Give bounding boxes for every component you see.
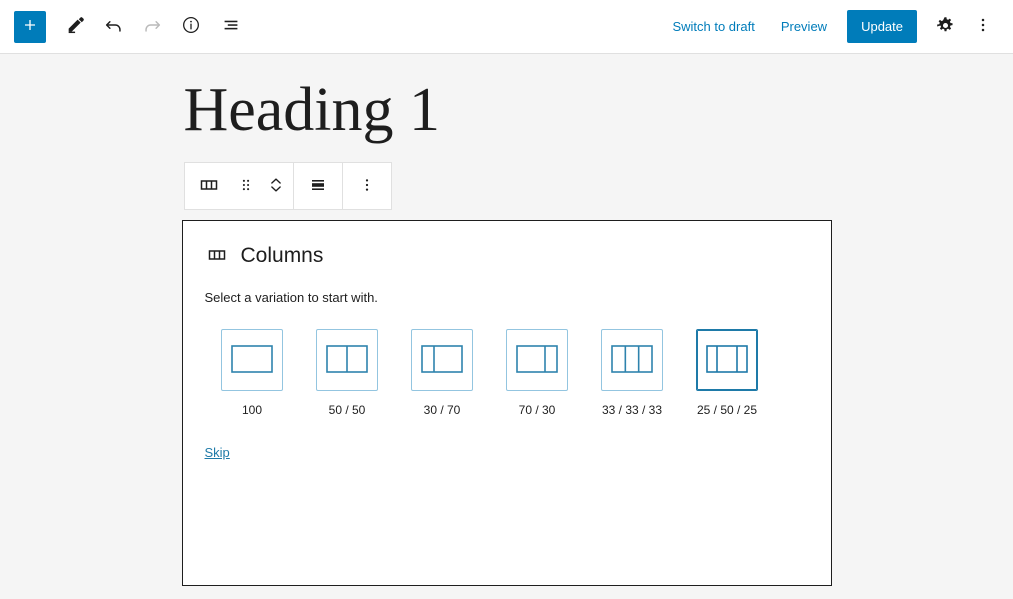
skip-link[interactable]: Skip: [205, 445, 230, 460]
editor-header: Switch to draft Preview Update: [0, 0, 1013, 54]
variation-button-50-50[interactable]: [316, 328, 378, 393]
align-vertical-icon: [306, 173, 330, 200]
variation-button-70-30[interactable]: [506, 328, 568, 393]
block-toolbar-group-options: [343, 163, 391, 209]
pencil-icon: [65, 14, 87, 39]
list-view-button[interactable]: [212, 9, 250, 45]
variation-label: 50 / 50: [328, 403, 366, 418]
variation-button-30-70[interactable]: [411, 328, 473, 393]
variation-item: 100: [205, 329, 300, 417]
block-type-columns-button[interactable]: [187, 163, 231, 209]
block-toolbar-group-alignment: [294, 163, 343, 210]
switch-to-draft-button[interactable]: Switch to draft: [660, 11, 766, 42]
redo-arrow-icon: [141, 14, 163, 39]
drag-dots-icon: [236, 175, 256, 198]
variation-preview-icon: [601, 328, 663, 393]
variation-label: 25 / 50 / 25: [696, 403, 758, 418]
settings-button[interactable]: [927, 9, 963, 45]
variation-label: 70 / 30: [518, 403, 556, 418]
vertical-dots-icon: [973, 15, 993, 38]
placeholder-label: Columns: [205, 243, 809, 267]
variation-button-25-50-25[interactable]: [696, 328, 758, 393]
variation-button-100[interactable]: [221, 328, 283, 393]
variation-button-33-33-33[interactable]: [601, 328, 663, 393]
block-inserter-button[interactable]: [14, 10, 46, 43]
redo-button[interactable]: [134, 9, 170, 45]
variation-item: 50 / 50: [300, 329, 395, 417]
variation-preview-icon: [506, 328, 568, 393]
block-toolbar: [183, 162, 392, 211]
columns-icon: [205, 243, 229, 267]
variation-item: 33 / 33 / 33: [585, 329, 680, 417]
tools-edit-button[interactable]: [58, 9, 94, 45]
page-title[interactable]: Heading 1: [182, 76, 832, 144]
variation-label: 100: [241, 403, 263, 418]
move-up-down-button[interactable]: [261, 163, 291, 209]
chevron-up-down-icon: [265, 174, 287, 199]
change-vertical-alignment-button[interactable]: [296, 163, 340, 209]
placeholder-title: Columns: [240, 243, 324, 267]
plus-icon: [20, 15, 40, 38]
variation-label: 33 / 33 / 33: [601, 403, 663, 418]
variation-item: 25 / 50 / 25: [680, 329, 775, 417]
editor-canvas: Heading 1 Columns Select a variation to …: [0, 54, 1013, 599]
info-circle-icon: [180, 14, 202, 39]
variation-preview-icon: [411, 328, 473, 393]
drag-handle[interactable]: [231, 163, 261, 209]
variation-item: 30 / 70: [395, 329, 490, 417]
undo-arrow-icon: [103, 14, 125, 39]
gear-icon: [935, 15, 956, 39]
variation-list: 100 50 / 50 30 / 70 70 / 30 33 / 33 / 33 25 /…: [205, 329, 809, 429]
variation-preview-icon: [696, 328, 758, 393]
variation-label: 30 / 70: [423, 403, 461, 418]
undo-button[interactable]: [96, 9, 132, 45]
placeholder-instructions: Select a variation to start with.: [204, 290, 378, 306]
columns-icon: [197, 173, 221, 200]
variation-preview-icon: [221, 328, 283, 393]
list-view-icon: [220, 14, 242, 39]
options-menu-button[interactable]: [965, 9, 1001, 45]
details-button[interactable]: [172, 9, 210, 45]
block-toolbar-group-primary: [185, 163, 294, 210]
header-right-actions: Switch to draft Preview Update: [660, 9, 1001, 45]
content-wrapper: Heading 1 Columns Select a variation to …: [181, 54, 832, 587]
header-left-tools: [10, 9, 250, 45]
update-button[interactable]: Update: [847, 10, 917, 43]
preview-button[interactable]: Preview: [769, 11, 839, 42]
variation-item: 70 / 30: [490, 329, 585, 417]
block-options-button[interactable]: [345, 163, 389, 209]
vertical-dots-icon: [357, 175, 377, 198]
variation-preview-icon: [316, 328, 378, 393]
columns-block-placeholder: Columns Select a variation to start with…: [181, 220, 832, 587]
